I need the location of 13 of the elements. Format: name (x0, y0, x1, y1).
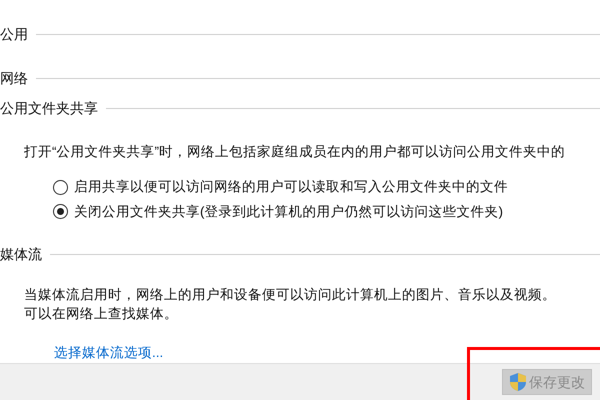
radio-option[interactable]: 关闭公用文件夹共享(登录到此计算机的用户仍然可以访问这些文件夹) (53, 202, 600, 222)
radio-option[interactable]: 启用共享以便可以访问网络的用户可以读取和写入公用文件夹中的文件 (53, 177, 600, 198)
radio-button[interactable] (53, 204, 68, 220)
shield-icon (509, 372, 527, 392)
section-heading: 公用 (0, 25, 28, 44)
section-heading: 公用文件夹共享 (0, 99, 98, 118)
description-text: 打开“公用文件夹共享”时，网络上包括家庭组成员在内的用户都可以访问公用文件夹中的 (24, 143, 566, 161)
section-heading: 媒体流 (0, 244, 42, 264)
radio-button[interactable] (53, 180, 68, 195)
description-text: 可以在网络上查找媒体。 (24, 304, 179, 323)
description-text: 当媒体流启用时，网络上的用户和设备便可以访问此计算机上的图片、音乐以及视频。 (24, 286, 557, 304)
media-options-link[interactable]: 选择媒体流选项... (54, 342, 164, 363)
section-heading: 网络 (0, 69, 28, 88)
